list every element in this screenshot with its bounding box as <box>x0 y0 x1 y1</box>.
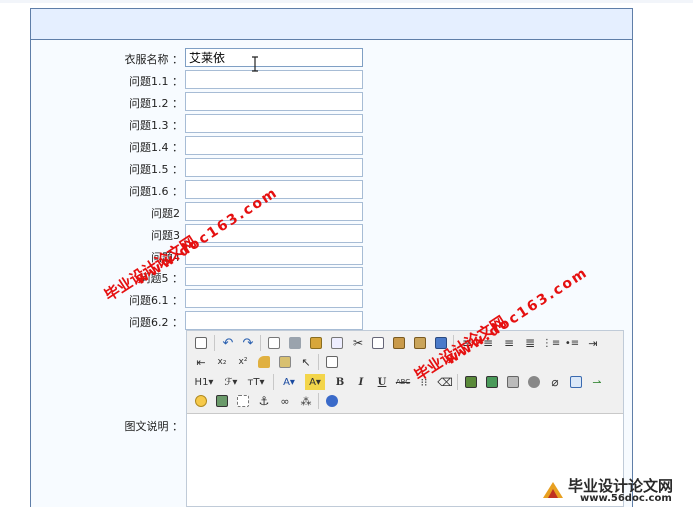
align-right-icon[interactable]: ≡ <box>501 335 517 351</box>
q2-input[interactable] <box>185 202 363 221</box>
indent-icon[interactable]: ⇥ <box>585 335 601 351</box>
text-cursor-icon <box>252 56 258 72</box>
field-label-q1-3: 问题1.3 ： <box>129 119 183 132</box>
undo-icon[interactable]: ↶ <box>220 335 236 351</box>
q1-4-input[interactable] <box>185 136 363 155</box>
q1-1-input[interactable] <box>185 70 363 89</box>
about-icon[interactable] <box>324 393 340 409</box>
source-icon[interactable] <box>193 335 209 351</box>
q1-2-input[interactable] <box>185 92 363 111</box>
code-block-icon[interactable] <box>329 335 345 351</box>
paste-text-icon[interactable] <box>412 335 428 351</box>
emoticon-icon[interactable] <box>193 393 209 409</box>
paste-icon[interactable] <box>391 335 407 351</box>
heading-dropdown[interactable]: H1▾ <box>193 374 215 390</box>
fullscreen-icon[interactable] <box>324 354 340 370</box>
field-label-q3: 问题3 <box>151 229 180 242</box>
outdent-icon[interactable]: ⇤ <box>193 354 209 370</box>
flash-icon[interactable] <box>505 374 521 390</box>
anchor-icon[interactable]: ⚓ <box>256 393 272 409</box>
subscript-icon[interactable]: x₂ <box>214 354 230 370</box>
q5-input[interactable] <box>185 267 363 286</box>
cut-icon[interactable]: ✂ <box>350 335 366 351</box>
q4-input[interactable] <box>185 246 363 265</box>
field-label-q1-6: 问题1.6 ： <box>129 185 183 198</box>
preview-icon[interactable] <box>266 335 282 351</box>
strikethrough-button[interactable]: ABC <box>394 374 412 390</box>
redo-icon[interactable]: ↷ <box>240 335 256 351</box>
italic-button[interactable]: I <box>353 374 369 390</box>
field-label-q1-1: 问题1.1 ： <box>129 75 183 88</box>
editor-toolbar: ↶ ↷ ✂ ≡ ≡ ≡ ≣ ⋮≡ •≡ ⇥ ⇤ x₂ x² ↖ H1▾ ℱ▾ т… <box>187 331 623 414</box>
bold-button[interactable]: B <box>332 374 348 390</box>
ordered-list-icon[interactable]: ⋮≡ <box>542 335 560 351</box>
unlink-icon[interactable]: ⁂ <box>298 393 314 409</box>
clear-format-icon[interactable] <box>256 354 272 370</box>
table-icon[interactable] <box>568 374 584 390</box>
select-icon[interactable]: ↖ <box>298 354 314 370</box>
field-label-q6-2: 问题6.2 ： <box>129 316 183 329</box>
q1-5-input[interactable] <box>185 158 363 177</box>
top-strip <box>0 0 693 3</box>
print-icon[interactable] <box>287 335 303 351</box>
copy-icon[interactable] <box>370 335 386 351</box>
unordered-list-icon[interactable]: •≡ <box>564 335 580 351</box>
logo-url: www.56doc.com <box>580 493 672 504</box>
code-icon[interactable] <box>214 393 230 409</box>
eraser-icon[interactable]: ⌫ <box>437 374 453 390</box>
field-label-clothing-name: 衣服名称 ： <box>124 53 184 66</box>
superscript-icon[interactable]: x² <box>235 354 251 370</box>
field-label-q1-5: 问题1.5 ： <box>129 163 183 176</box>
font-size-dropdown[interactable]: тT▾ <box>245 374 267 390</box>
q6-2-input[interactable] <box>185 311 363 330</box>
field-label-q1-2: 问题1.2 ： <box>129 97 183 110</box>
site-logo: 毕业设计论文网 www.56doc.com <box>540 472 693 507</box>
link-icon[interactable]: ∞ <box>277 393 293 409</box>
align-justify-icon[interactable]: ≣ <box>522 335 538 351</box>
font-color-dropdown[interactable]: A▾ <box>279 374 299 390</box>
q1-3-input[interactable] <box>185 114 363 133</box>
horizontal-rule-icon[interactable]: ⇀ <box>589 374 605 390</box>
logo-mark-icon <box>543 482 563 498</box>
q6-1-input[interactable] <box>185 289 363 308</box>
editor-label: 图文说明 ： <box>124 420 184 433</box>
image-icon[interactable] <box>463 374 479 390</box>
multi-image-icon[interactable] <box>484 374 500 390</box>
quick-format-icon[interactable] <box>277 354 293 370</box>
page-break-icon[interactable] <box>235 393 251 409</box>
field-label-q1-4: 问题1.4 ： <box>129 141 183 154</box>
highlight-color-dropdown[interactable]: A▾ <box>305 374 325 390</box>
panel-header <box>31 9 632 40</box>
template-icon[interactable] <box>308 335 324 351</box>
field-label-q2: 问题2 <box>151 207 180 220</box>
clothing-name-input[interactable] <box>185 48 363 67</box>
media-icon[interactable] <box>526 374 542 390</box>
font-family-dropdown[interactable]: ℱ▾ <box>220 374 242 390</box>
attachment-icon[interactable]: ⌀ <box>547 374 563 390</box>
underline-button[interactable]: U <box>374 374 390 390</box>
